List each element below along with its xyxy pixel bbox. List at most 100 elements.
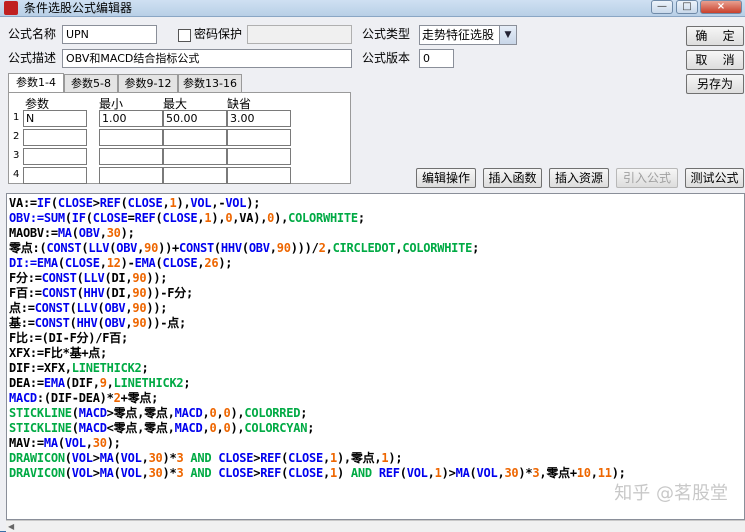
param-name-cell[interactable] (23, 129, 87, 146)
tab-params-1-4[interactable]: 参数1-4 (8, 73, 64, 93)
param-max-cell[interactable] (163, 129, 227, 146)
param-min-cell[interactable]: 1.00 (99, 110, 163, 127)
code-token: ; (183, 376, 191, 390)
password-checkbox[interactable] (178, 29, 191, 42)
param-default-cell[interactable] (227, 129, 291, 146)
minimize-button[interactable]: — (651, 0, 673, 14)
code-token: VOL (71, 466, 93, 480)
code-token: HHV (83, 286, 105, 300)
maximize-button[interactable]: □ (676, 0, 698, 14)
code-token: CLOSE (162, 256, 198, 270)
test-formula-button[interactable]: 测试公式 (685, 168, 744, 188)
code-token: STICKLINE (9, 421, 72, 435)
code-token: MACD (174, 406, 203, 420)
code-token: MAV:= (9, 436, 44, 450)
horizontal-scrollbar[interactable]: ◀ (6, 520, 745, 532)
code-token: = (127, 211, 135, 225)
code-token: MA (43, 436, 58, 450)
code-token: OBV (104, 316, 126, 330)
param-min-cell[interactable] (99, 167, 163, 184)
code-token: LINETHICK2 (71, 361, 142, 375)
formula-desc-label: 公式描述 (8, 51, 57, 65)
param-min-cell[interactable] (99, 148, 163, 165)
code-token: )); (146, 301, 168, 315)
code-token: (DI, (104, 286, 133, 300)
param-default-cell[interactable]: 3.00 (227, 110, 291, 127)
edit-operation-button[interactable]: 编辑操作 (416, 168, 476, 188)
code-token: ); (246, 196, 261, 210)
code-token: REF (99, 196, 121, 210)
row-number: 4 (13, 169, 20, 180)
formula-type-value: 走势特征选股 (422, 28, 495, 42)
param-name-cell[interactable] (23, 148, 87, 165)
code-token: )> (441, 466, 456, 480)
param-name-cell[interactable]: N (23, 110, 87, 127)
code-token: EMA (134, 256, 156, 270)
formula-code-editor[interactable]: VA:=IF(CLOSE>REF(CLOSE,1),VOL,-VOL); OBV:… (6, 193, 745, 520)
code-token: ), (230, 406, 245, 420)
code-token: CLOSE (64, 256, 100, 270)
code-token: ),零点, (336, 451, 382, 465)
code-line: 基:=CONST(HHV(OBV,90))-点; (9, 316, 626, 331)
code-token: ( (113, 451, 121, 465)
param-max-cell[interactable]: 50.00 (163, 110, 227, 127)
code-token: (DIF, (64, 376, 100, 390)
code-token: , (322, 451, 330, 465)
code-token: ); (611, 466, 626, 480)
tab-params-9-12[interactable]: 参数9-12 (118, 74, 178, 92)
code-token: )); (146, 271, 168, 285)
save-as-button[interactable]: 另存为 (686, 74, 744, 94)
password-input[interactable] (247, 25, 352, 44)
code-token: ( (76, 286, 84, 300)
tab-params-5-8[interactable]: 参数5-8 (64, 74, 118, 92)
code-token: 11 (597, 466, 612, 480)
param-min-cell[interactable] (99, 129, 163, 146)
code-token: , (106, 376, 114, 390)
code-token: 90 (276, 241, 291, 255)
code-token: F百:= (9, 286, 42, 300)
watermark: 知乎 @茗股堂 (614, 483, 728, 504)
formula-name-input[interactable]: UPN (62, 25, 157, 44)
code-token: 零点:( (9, 241, 47, 255)
code-token: ( (50, 196, 58, 210)
code-token: ))+ (158, 241, 180, 255)
code-token: MA (455, 466, 470, 480)
code-token: VOL (71, 451, 93, 465)
import-formula-button[interactable]: 引入公式 (616, 168, 678, 188)
code-token: ( (71, 226, 79, 240)
code-token: VOL (120, 451, 142, 465)
params-panel: 参数 最小 最大 缺省 1 N 1.00 50.00 3.00 2 3 4 (8, 92, 351, 184)
code-token: ), (274, 211, 289, 225)
tab-params-13-16[interactable]: 参数13-16 (178, 74, 242, 92)
param-max-cell[interactable] (163, 148, 227, 165)
code-token: CONST (41, 286, 77, 300)
cancel-button[interactable]: 取 消 (686, 50, 744, 70)
code-token: ( (57, 436, 65, 450)
code-token: 26 (204, 256, 219, 270)
window-title: 条件选股公式编辑器 (24, 1, 133, 15)
formula-type-select[interactable]: 走势特征选股 ▼ (419, 25, 517, 45)
ok-button[interactable]: 确 定 (686, 26, 744, 46)
code-token: DRAWICON (9, 451, 65, 465)
close-button[interactable]: × (700, 0, 742, 14)
param-default-cell[interactable] (227, 148, 291, 165)
code-token: STICKLINE (9, 406, 72, 420)
code-token: DRAVICON (9, 466, 65, 480)
formula-version-input[interactable]: 0 (419, 49, 454, 68)
formula-desc-input[interactable]: OBV和MACD结合指标公式 (62, 49, 352, 68)
code-token: 10 (576, 466, 591, 480)
code-line: DIF:=XFX,LINETHICK2; (9, 361, 626, 376)
param-max-cell[interactable] (163, 167, 227, 184)
code-token: 90 (132, 316, 147, 330)
insert-function-button[interactable]: 插入函数 (483, 168, 542, 188)
code-token: MACD (9, 391, 37, 405)
insert-resource-button[interactable]: 插入资源 (549, 168, 609, 188)
code-token: OBV (116, 241, 138, 255)
code-token: MACD (174, 421, 203, 435)
code-token: 1 (329, 451, 337, 465)
code-token: CLOSE (127, 196, 163, 210)
param-default-cell[interactable] (227, 167, 291, 184)
code-token: VOL (190, 196, 212, 210)
param-name-cell[interactable] (23, 167, 87, 184)
code-token: , (269, 241, 277, 255)
